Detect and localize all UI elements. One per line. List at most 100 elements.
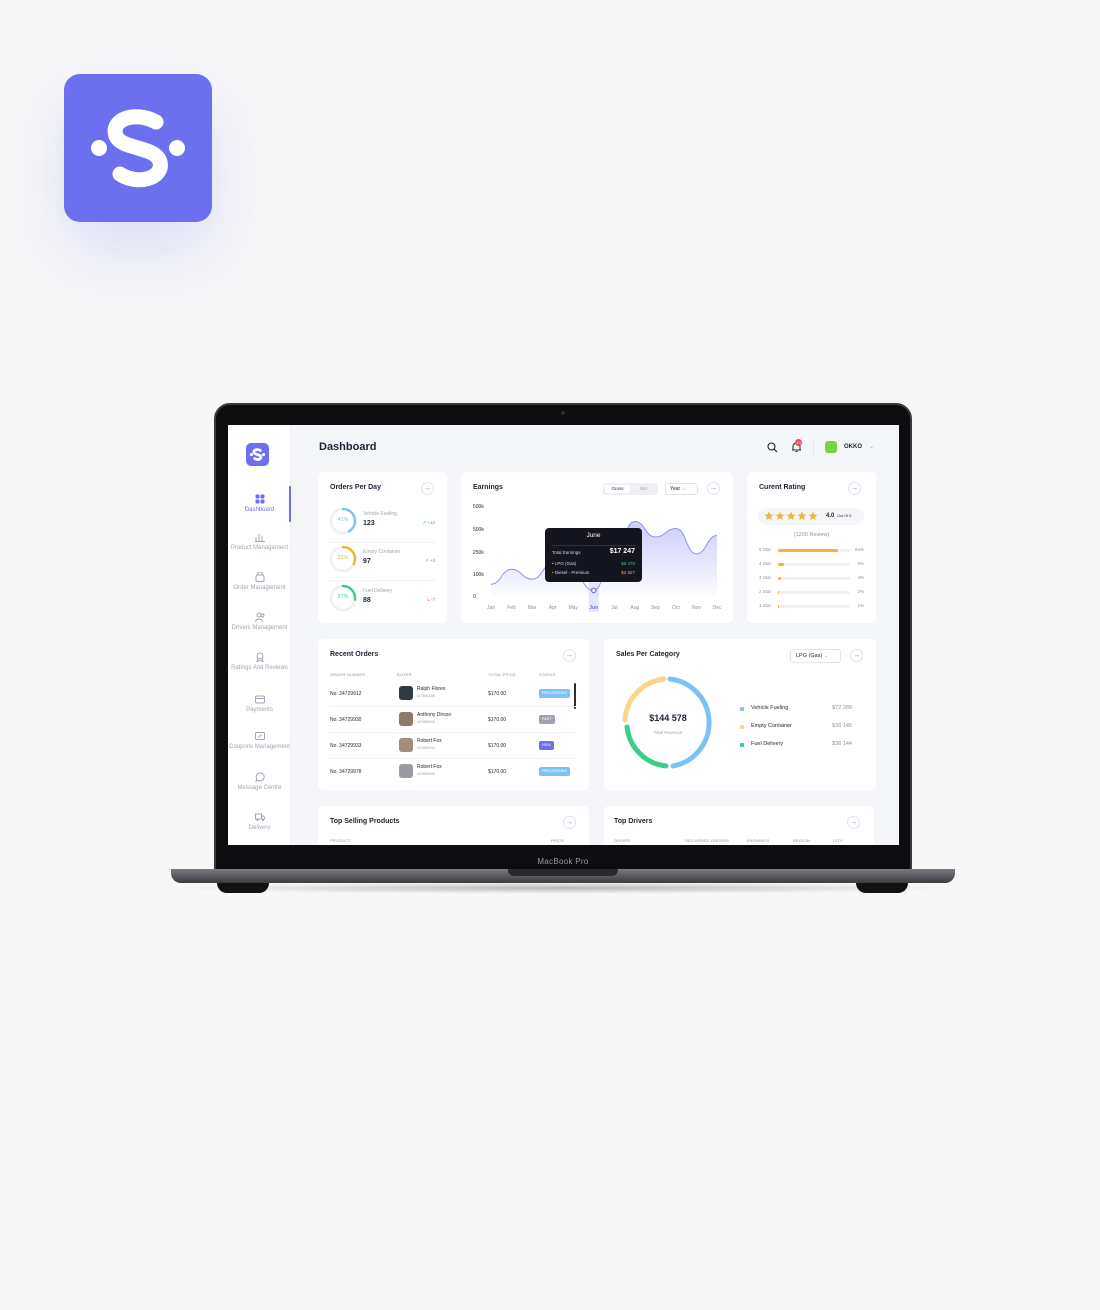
card-title: Sales Per Category [616,651,680,658]
tooltip-row-diesel: • Diesel - Premium $3 827 [552,570,635,575]
header-divider [813,439,814,455]
arrow-right-icon[interactable]: → [847,816,860,829]
avatar[interactable] [825,441,837,453]
table-row[interactable]: No. 34729912 Ralph Flores #2356266 $170.… [330,681,577,707]
top-drivers-card: Top Drivers → DRIVER DELIVERED ORDERS EA… [604,806,874,845]
top-selling-products-card: Top Selling Products → PRODUCT PRICE [318,806,589,845]
laptop-foot [217,883,269,893]
rating-row-3: 3 Star 4% [759,575,864,583]
sidebar-item-order-management[interactable]: Order Management [228,572,291,593]
x-tick-label: Aug [630,605,639,611]
rating-row-4: 4 Star 9% [759,561,864,569]
app-logo [64,74,212,222]
column-header: CITY [833,838,843,843]
chevron-down-icon[interactable]: ⌄ [869,443,874,450]
rating-fill [778,605,779,608]
orders-row-vehicle-fueling: 41% Vehicle Fueling 123 ↗ +12 [329,507,435,537]
card-title: Top Selling Products [330,818,400,825]
card-title: Top Drivers [614,818,653,825]
revenue-donut [622,676,712,769]
divider [551,545,636,546]
search-icon[interactable] [767,442,778,453]
arrow-right-icon[interactable]: → [848,482,861,495]
recent-orders-card: Recent Orders → ORDER NUMBER BUYER TOTAL… [318,639,589,790]
divider [329,542,435,543]
ring-label: Empty Container [363,549,401,555]
total-revenue-label: Total Revenue [653,730,683,735]
rating-fill [778,577,781,580]
sidebar-item-label: Payments [246,707,273,713]
grid-icon [255,494,264,504]
tooltip-row-lpg: • LPG (Gas) $6 470 [552,561,635,566]
sidebar-item-coupons-management[interactable]: Coupons Management [228,731,291,752]
sidebar-item-dashboard[interactable]: Dashboard [228,494,291,515]
legend-value: $36 144 [832,741,852,747]
rating-row-pct: 84% [854,547,864,552]
column-header: TOTAL PRICE [488,672,516,677]
legend-swatch [740,742,744,747]
sidebar-item-label: Drivers Management [231,625,288,631]
trend-number: +12 [427,520,435,525]
arrow-right-icon[interactable]: → [421,482,434,495]
user-name[interactable]: OKKO [844,444,862,450]
orders-per-day-card: Orders Per Day → 41% Vehicle Fueling 123… [318,472,447,623]
rating-fill [778,591,780,594]
arrow-right-icon[interactable]: → [563,649,576,662]
laptop-chin: MacBook Pro [216,845,910,869]
category-dropdown[interactable]: LPG (Gas) ⌄ [790,649,841,663]
sidebar-item-label: Coupons Management [229,744,290,750]
x-tick-label: May [568,605,578,611]
laptop-model-label: MacBook Pro [537,857,589,866]
rating-out-of: Out Of 5 [837,514,852,518]
order-price: $170.00 [488,743,507,749]
rating-fill [778,563,785,566]
sidebar-item-drivers-management[interactable]: Drivers Management [228,612,291,633]
tooltip-total-label: Total Earnings [552,550,581,555]
buyer-name: Robert Fox [417,738,442,744]
data-point-highlight[interactable] [590,587,597,594]
users-icon [254,612,264,622]
sidebar-item-product-management[interactable]: Product Management [228,532,291,553]
legend-swatch [740,724,744,729]
rating-row-pct: 9% [857,561,864,566]
wallet-icon [254,695,265,704]
table-row[interactable]: No. 34729930 Anthony Dirozo #2356266 $17… [330,707,577,733]
sidebar-item-label: Message Centre [237,785,282,791]
column-header: DELIVERED ORDERS [685,838,730,843]
arrow-right-icon[interactable]: → [563,816,576,829]
sidebar-item-label: Delivery [248,825,271,831]
tooltip-row-value: $6 470 [621,561,635,566]
table-row[interactable]: No. 34729978 Robert Fox #2356266 $170.00… [330,759,577,785]
order-price: $170.00 [488,717,507,723]
status-badge: PROCESSING [539,767,571,776]
sidebar-item-label: Product Management [230,545,289,551]
x-tick-label: Oct [672,605,680,611]
x-tick-label: Mar [528,605,537,611]
order-price: $170.00 [488,769,507,775]
ring-label: Vehicle Fueling [363,511,397,517]
sidebar-item-ratings-and-reviews[interactable]: Ratings And Reviews [228,652,291,673]
sidebar-item-delivery[interactable]: Delivery [228,812,291,833]
column-header: REGION [793,838,810,843]
card-title: Curent Rating [759,484,806,491]
truck-icon [254,813,265,821]
arrow-right-icon[interactable]: → [850,649,863,662]
sidebar-item-payments[interactable]: Payments [228,694,291,715]
tooltip-month: June [586,532,601,539]
rating-track [778,563,850,566]
buyer-name: Anthony Dirozo [417,712,452,718]
divider [329,580,435,581]
sidebar-logo[interactable] [246,443,269,466]
rating-row-label: 4 Star [759,561,772,566]
column-header: STATUS [539,672,556,677]
chevron-down-icon: ⌄ [823,653,829,659]
table-row[interactable]: No. 34729933 Robert Fox #2356266 $170.00… [330,733,577,759]
order-price: $170.00 [488,691,507,697]
rating-row-label: 2 Star [759,589,772,594]
badge-icon [255,652,264,662]
sidebar-item-message-centre[interactable]: Message Centre [228,772,291,793]
y-tick-label: 500k [473,527,484,533]
x-tick-label: Jul [611,605,617,611]
rating-fill [778,549,839,552]
y-tick-label: 250k [473,550,484,556]
